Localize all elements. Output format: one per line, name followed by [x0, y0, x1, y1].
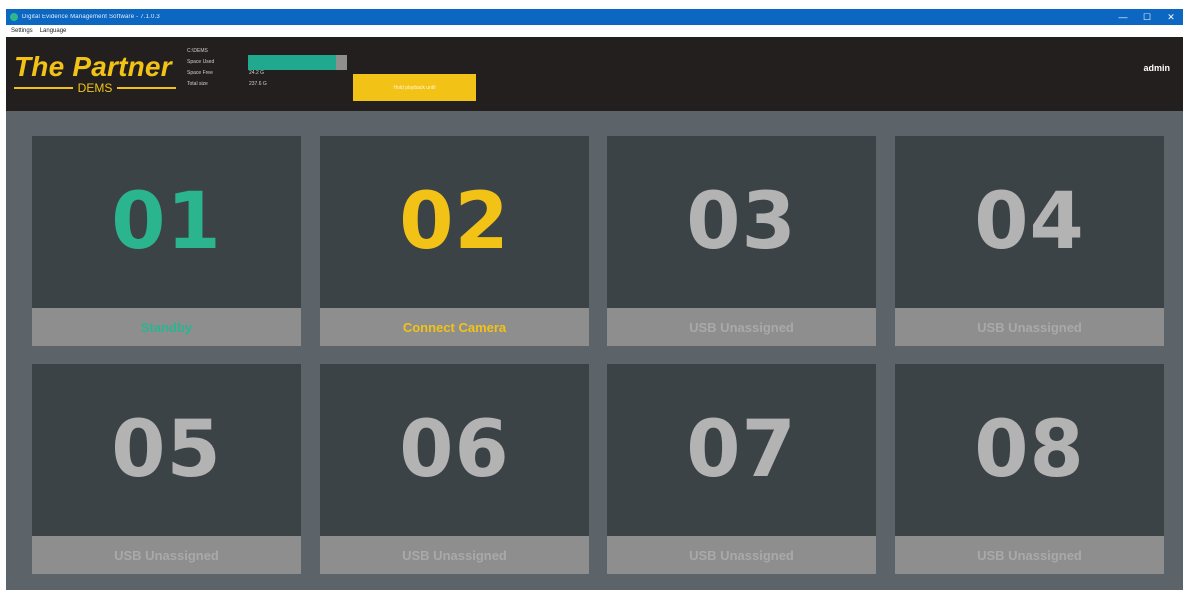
logo: The Partner DEMS [14, 51, 177, 96]
logo-rule-right [117, 87, 177, 89]
space-free-label: Space Free [187, 69, 213, 76]
port-number: 03 [686, 177, 797, 267]
logo-rule-left [14, 87, 73, 89]
space-free-value: 24.2 G [249, 69, 265, 76]
space-used-bar [248, 55, 347, 70]
port-tile-07[interactable]: 07 USB Unassigned [607, 364, 876, 574]
port-tile-06[interactable]: 06 USB Unassigned [320, 364, 589, 574]
port-status: USB Unassigned [895, 536, 1164, 574]
minimize-icon[interactable]: — [1111, 9, 1135, 25]
port-tile-01[interactable]: 01 Standby [32, 136, 301, 346]
app-icon [10, 13, 18, 21]
maximize-icon[interactable]: ☐ [1135, 9, 1159, 25]
user-name[interactable]: admin [1143, 63, 1170, 73]
total-size-label: Total size [187, 80, 208, 87]
port-number: 07 [686, 405, 797, 495]
logo-subtitle-row: DEMS [14, 81, 177, 95]
port-tile-08[interactable]: 08 USB Unassigned [895, 364, 1164, 574]
window-title: Digital Evidence Management Software - 7… [22, 14, 160, 20]
logo-subtitle: DEMS [77, 81, 113, 95]
port-number: 06 [399, 405, 510, 495]
port-number: 04 [974, 177, 1085, 267]
menu-bar: Settings Language [6, 25, 1183, 37]
logo-title: The Partner [14, 51, 172, 82]
port-number: 05 [111, 405, 222, 495]
window-controls: — ☐ ✕ [1111, 9, 1183, 25]
total-size-value: 237.6 G [249, 80, 267, 87]
port-grid: 01 Standby 02 Connect Camera 03 USB Unas… [6, 111, 1183, 590]
menu-language[interactable]: Language [40, 28, 67, 34]
port-status: USB Unassigned [32, 536, 301, 574]
port-tile-05[interactable]: 05 USB Unassigned [32, 364, 301, 574]
hold-playback-button[interactable]: Hold playback until [353, 74, 476, 101]
app-header: The Partner DEMS C:\DEMS Space Used Spac… [6, 37, 1183, 111]
port-status: Standby [32, 308, 301, 346]
drive-label: C:\DEMS [187, 47, 208, 54]
space-used-label: Space Used [187, 58, 215, 65]
port-status: USB Unassigned [320, 536, 589, 574]
port-tile-04[interactable]: 04 USB Unassigned [895, 136, 1164, 346]
port-status: USB Unassigned [607, 308, 876, 346]
port-number: 02 [399, 177, 510, 267]
port-tile-03[interactable]: 03 USB Unassigned [607, 136, 876, 346]
close-icon[interactable]: ✕ [1159, 9, 1183, 25]
title-bar: Digital Evidence Management Software - 7… [6, 9, 1183, 25]
port-tile-02[interactable]: 02 Connect Camera [320, 136, 589, 346]
space-used-fill [248, 55, 337, 70]
space-free-fill [336, 55, 347, 70]
port-status: Connect Camera [320, 308, 589, 346]
port-status: USB Unassigned [607, 536, 876, 574]
port-status: USB Unassigned [895, 308, 1164, 346]
port-number: 08 [974, 405, 1085, 495]
menu-settings[interactable]: Settings [11, 28, 33, 34]
port-number: 01 [111, 177, 222, 267]
